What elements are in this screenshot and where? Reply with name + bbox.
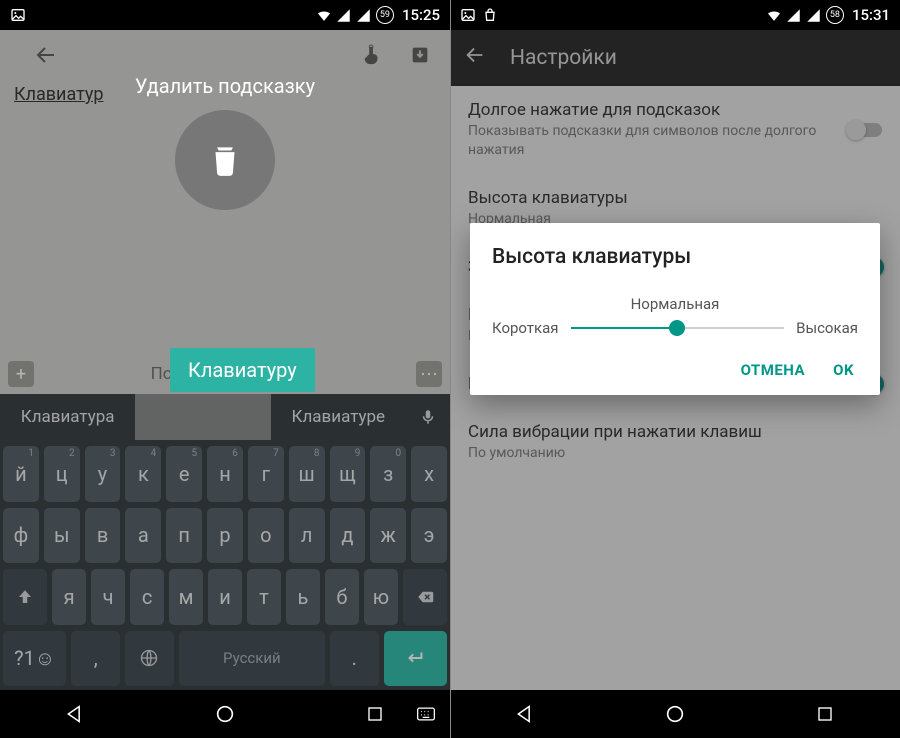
slider-max-label: Высокая <box>796 319 858 337</box>
key-к[interactable]: к4 <box>125 446 161 502</box>
signal-icon <box>356 7 372 23</box>
key-л[interactable]: л <box>289 508 325 564</box>
key-э[interactable]: э <box>411 508 447 564</box>
app-toolbar <box>0 30 450 80</box>
suggestion-center[interactable] <box>135 394 270 440</box>
key-ш[interactable]: ш8 <box>289 446 325 502</box>
nav-home-icon[interactable] <box>213 702 237 726</box>
suggestion-bar: Клавиатура Клавиатуре <box>0 394 450 440</box>
key-symbols[interactable]: ?1☺ <box>3 631 66 687</box>
key-т[interactable]: т <box>247 569 281 625</box>
key-ч[interactable]: ч <box>91 569 125 625</box>
ok-button[interactable]: OK <box>833 361 854 379</box>
app-body: Клавиатур Удалить подсказку + После 25 ⋯… <box>0 30 450 690</box>
nav-recent-icon[interactable] <box>813 702 837 726</box>
battery-icon: 58 <box>826 6 844 24</box>
key-у[interactable]: у3 <box>85 446 121 502</box>
nav-home-icon[interactable] <box>663 702 687 726</box>
key-я[interactable]: я <box>52 569 86 625</box>
key-space[interactable]: Русский <box>179 631 325 687</box>
kb-row3: ячсмитьбю <box>3 569 447 625</box>
nav-keyboard-icon[interactable] <box>414 702 438 726</box>
picture-icon <box>460 7 476 23</box>
back-icon[interactable] <box>30 39 62 71</box>
key-х[interactable]: х <box>411 446 447 502</box>
nav-recent-icon[interactable] <box>363 702 387 726</box>
store-icon <box>482 7 498 23</box>
wifi-icon <box>316 7 332 23</box>
key-в[interactable]: в <box>85 508 121 564</box>
cancel-button[interactable]: ОТМЕНА <box>741 361 806 379</box>
key-globe[interactable] <box>125 631 174 687</box>
navbar <box>0 690 450 738</box>
phone-right: 58 15:31 Настройки Долгое нажатие для по… <box>450 0 900 738</box>
trash-drop-target[interactable] <box>175 110 275 210</box>
clock: 15:25 <box>402 6 440 24</box>
key-п[interactable]: п <box>166 508 202 564</box>
slider[interactable] <box>571 327 785 329</box>
signal-icon <box>786 7 802 23</box>
key-backspace[interactable] <box>403 569 447 625</box>
key-ф[interactable]: ф <box>3 508 39 564</box>
key-е[interactable]: е5 <box>166 446 202 502</box>
kb-row2: фывапролджэ <box>3 508 447 564</box>
settings-app: Настройки Долгое нажатие для подсказокПо… <box>450 30 900 690</box>
add-button[interactable]: + <box>8 361 34 387</box>
key-д[interactable]: д <box>330 508 366 564</box>
key-period[interactable]: . <box>330 631 379 687</box>
key-й[interactable]: й1 <box>3 446 39 502</box>
key-ю[interactable]: ю <box>364 569 398 625</box>
clock: 15:31 <box>852 6 890 24</box>
key-з[interactable]: з0 <box>370 446 406 502</box>
statusbar: 59 15:25 <box>0 0 450 30</box>
picture-icon <box>10 7 26 23</box>
dialog-title: Высота клавиатуры <box>492 245 858 269</box>
nav-back-icon[interactable] <box>63 702 87 726</box>
mic-button[interactable] <box>406 394 450 440</box>
key-о[interactable]: о <box>248 508 284 564</box>
text-area[interactable]: Клавиатур Удалить подсказку <box>0 80 450 354</box>
suggestion-right[interactable]: Клавиатуре <box>271 394 406 440</box>
key-с[interactable]: с <box>130 569 164 625</box>
key-ж[interactable]: ж <box>370 508 406 564</box>
key-г[interactable]: г7 <box>248 446 284 502</box>
keyboard-height-dialog: Высота клавиатуры Нормальная Короткая Вы… <box>470 223 880 395</box>
key-shift[interactable] <box>3 569 47 625</box>
footer-bar: + После 25 ⋯ Клавиатуру <box>0 354 450 394</box>
statusbar: 58 15:31 <box>450 0 900 30</box>
navbar <box>450 690 900 738</box>
key-ь[interactable]: ь <box>286 569 320 625</box>
key-б[interactable]: б <box>325 569 359 625</box>
key-м[interactable]: м <box>169 569 203 625</box>
slider-value-label: Нормальная <box>492 295 858 313</box>
key-comma[interactable]: , <box>71 631 120 687</box>
battery-level: 58 <box>830 10 840 20</box>
nav-back-icon[interactable] <box>513 702 537 726</box>
suggestion-left[interactable]: Клавиатура <box>0 394 135 440</box>
battery-icon: 59 <box>376 6 394 24</box>
key-enter[interactable] <box>384 631 447 687</box>
battery-level: 59 <box>380 10 390 20</box>
wifi-icon <box>766 7 782 23</box>
key-ы[interactable]: ы <box>44 508 80 564</box>
more-button[interactable]: ⋯ <box>416 361 442 387</box>
phone-left: 59 15:25 Клавиатур Удалить подсказку + П… <box>0 0 450 738</box>
key-щ[interactable]: щ9 <box>330 446 366 502</box>
suggestion-chip[interactable]: Клавиатуру <box>170 348 315 392</box>
slider-thumb[interactable] <box>669 320 685 336</box>
kb-row1: й1ц2у3к4е5н6г7ш8щ9з0х <box>3 446 447 502</box>
key-р[interactable]: р <box>207 508 243 564</box>
download-icon[interactable] <box>404 39 436 71</box>
key-и[interactable]: и <box>208 569 242 625</box>
key-н[interactable]: н6 <box>207 446 243 502</box>
signal-icon <box>336 7 352 23</box>
keyboard: Клавиатура Клавиатуре й1ц2у3к4е5н6г7ш8щ9… <box>0 394 450 690</box>
kb-row4: ?1☺ , Русский . <box>3 631 447 687</box>
key-а[interactable]: а <box>125 508 161 564</box>
slider-min-label: Короткая <box>492 319 559 337</box>
delete-hint-label: Удалить подсказку <box>0 74 450 98</box>
touch-icon[interactable] <box>356 39 388 71</box>
signal-icon <box>806 7 822 23</box>
key-ц[interactable]: ц2 <box>44 446 80 502</box>
